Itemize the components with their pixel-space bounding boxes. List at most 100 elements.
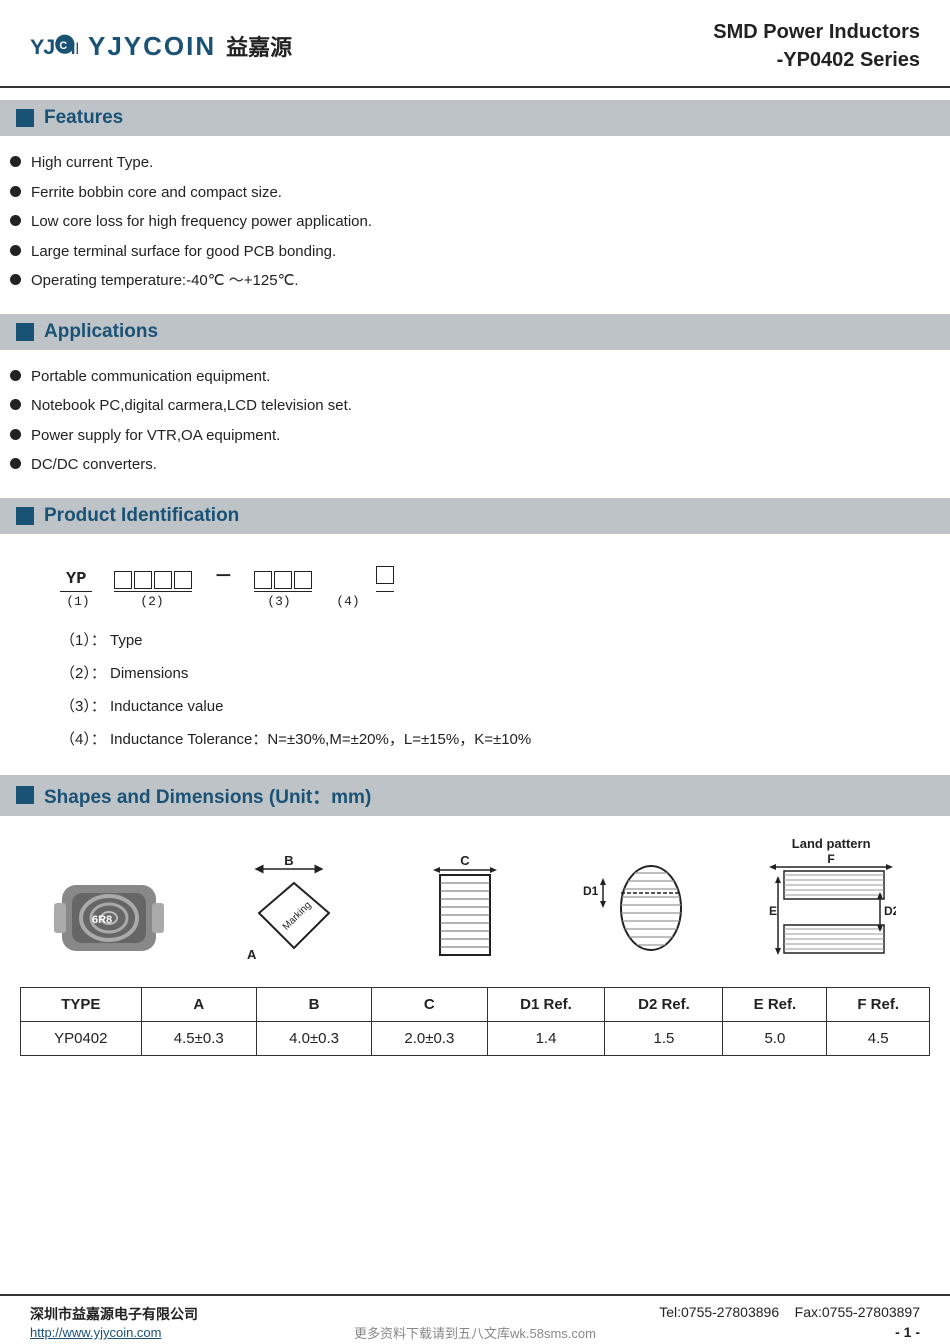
- shapes-icon: [16, 786, 34, 804]
- c-diagram: C: [425, 853, 505, 963]
- svg-text:B: B: [285, 853, 294, 868]
- bullet-dot: [10, 186, 21, 197]
- pid-num2: (2): [106, 594, 198, 609]
- svg-text:D1: D1: [583, 884, 599, 898]
- features-header: Features: [0, 100, 950, 136]
- cell-c: 2.0±0.3: [372, 1021, 487, 1055]
- legend-item-3: （3）： Inductance value: [60, 695, 920, 716]
- list-item: Notebook PC,digital carmera,LCD televisi…: [10, 395, 950, 418]
- shapes-section: Shapes and Dimensions (Unit：mm) 6R8: [0, 775, 950, 1066]
- table-header-f: F Ref.: [827, 987, 930, 1021]
- list-item: High current Type.: [10, 152, 950, 175]
- pid-num1: (1): [60, 594, 96, 609]
- cell-d1: 1.4: [487, 1021, 605, 1055]
- svg-text:F: F: [828, 853, 835, 866]
- page: Y J C IN YJYCOIN 益嘉源 SMD Power Inductors…: [0, 0, 950, 1344]
- title-line1: SMD Power Inductors: [713, 18, 920, 46]
- footer-company: 深圳市益嘉源电子有限公司: [30, 1304, 198, 1324]
- pid-box: [154, 571, 172, 589]
- bullet-dot: [10, 399, 21, 410]
- pid-box: [376, 566, 394, 584]
- cell-d2: 1.5: [605, 1021, 723, 1055]
- svg-text:IN: IN: [71, 39, 78, 58]
- pid-box: [294, 571, 312, 589]
- logo-chinese: 益嘉源: [226, 30, 292, 62]
- applications-header: Applications: [0, 314, 950, 350]
- list-item: DC/DC converters.: [10, 454, 950, 477]
- svg-text:C: C: [460, 853, 470, 868]
- logo-icon: Y J C IN: [30, 27, 78, 65]
- svg-text:A: A: [247, 947, 257, 962]
- cell-a: 4.5±0.3: [141, 1021, 256, 1055]
- list-item: Power supply for VTR,OA equipment.: [10, 425, 950, 448]
- table-row: YP0402 4.5±0.3 4.0±0.3 2.0±0.3 1.4 1.5 5…: [21, 1021, 930, 1055]
- cell-b: 4.0±0.3: [256, 1021, 371, 1055]
- logo-brand: YJYCOIN: [88, 31, 216, 62]
- table-header-type: TYPE: [21, 987, 142, 1021]
- product-id-title: Product Identification: [44, 505, 239, 527]
- logo-area: Y J C IN YJYCOIN 益嘉源: [30, 27, 292, 65]
- features-section: Features High current Type. Ferrite bobb…: [0, 100, 950, 310]
- b-diagram-svg: B Marking A: [239, 853, 349, 963]
- bullet-dot: [10, 156, 21, 167]
- pid-dash: －: [214, 562, 232, 592]
- shapes-header: Shapes and Dimensions (Unit：mm): [0, 775, 950, 816]
- bullet-dot: [10, 215, 21, 226]
- header: Y J C IN YJYCOIN 益嘉源 SMD Power Inductors…: [0, 0, 950, 88]
- bullet-dot: [10, 245, 21, 256]
- pid-box: [114, 571, 132, 589]
- svg-text:D2: D2: [884, 904, 896, 918]
- svg-text:E: E: [769, 904, 777, 918]
- applications-icon: [16, 323, 34, 341]
- list-item: Portable communication equipment.: [10, 366, 950, 389]
- table-header-d1: D1 Ref.: [487, 987, 605, 1021]
- inductor-svg: 6R8: [54, 873, 164, 963]
- list-item: Ferrite bobbin core and compact size.: [10, 182, 950, 205]
- land-pattern-diagram: Land pattern F E D2: [766, 836, 896, 963]
- svg-text:C: C: [59, 40, 67, 52]
- cell-f: 4.5: [827, 1021, 930, 1055]
- pid-box: [274, 571, 292, 589]
- table-header-b: B: [256, 987, 371, 1021]
- pid-box: [254, 571, 272, 589]
- bullet-dot: [10, 429, 21, 440]
- land-pattern-svg: F E D2: [766, 853, 896, 963]
- product-id-icon: [16, 507, 34, 525]
- table-header-e: E Ref.: [723, 987, 827, 1021]
- inductor-photo: 6R8: [54, 873, 164, 963]
- shapes-diagrams-area: 6R8 B Mar: [0, 826, 950, 1066]
- bullet-dot: [10, 370, 21, 381]
- pid-box: [174, 571, 192, 589]
- features-icon: [16, 109, 34, 127]
- cell-type: YP0402: [21, 1021, 142, 1055]
- pid-num4: (4): [328, 594, 368, 609]
- pid-num3b: (3): [244, 594, 314, 609]
- cell-e: 5.0: [723, 1021, 827, 1055]
- bullet-dot: [10, 274, 21, 285]
- table-header-c: C: [372, 987, 487, 1021]
- shapes-title: Shapes and Dimensions (Unit：mm): [44, 782, 371, 809]
- watermark: 更多资料下载请到五八文库wk.58sms.com: [0, 1323, 950, 1344]
- footer-contact: Tel:0755-27803896 Fax:0755-27803897: [659, 1304, 920, 1320]
- pid-legend: （1）： Type （2）： Dimensions （3）： Inductanc…: [0, 619, 950, 771]
- header-title: SMD Power Inductors -YP0402 Series: [713, 18, 920, 74]
- table-header-d2: D2 Ref.: [605, 987, 723, 1021]
- legend-item-1: （1）： Type: [60, 629, 920, 650]
- d1d2-diagram: D1: [581, 853, 691, 963]
- svg-text:J: J: [43, 34, 55, 59]
- applications-list: Portable communication equipment. Notebo…: [0, 360, 950, 494]
- bullet-dot: [10, 458, 21, 469]
- legend-item-4: （4）： Inductance Tolerance：N=±30%,M=±20%，…: [60, 728, 920, 749]
- list-item: Low core loss for high frequency power a…: [10, 211, 950, 234]
- applications-title: Applications: [44, 321, 158, 343]
- product-id-header: Product Identification: [0, 498, 950, 534]
- svg-text:Marking: Marking: [281, 899, 314, 932]
- product-id-diagram: YP －: [0, 544, 950, 619]
- pid-box: [134, 571, 152, 589]
- applications-section: Applications Portable communication equi…: [0, 314, 950, 494]
- pid-yp-label: YP: [60, 570, 92, 592]
- svg-text:6R8: 6R8: [92, 914, 112, 926]
- dimensions-table: TYPE A B C D1 Ref. D2 Ref. E Ref. F Ref.…: [20, 987, 930, 1056]
- list-item: Operating temperature:-40℃ ～+125℃.: [10, 270, 950, 293]
- d1d2-svg: D1: [581, 853, 691, 963]
